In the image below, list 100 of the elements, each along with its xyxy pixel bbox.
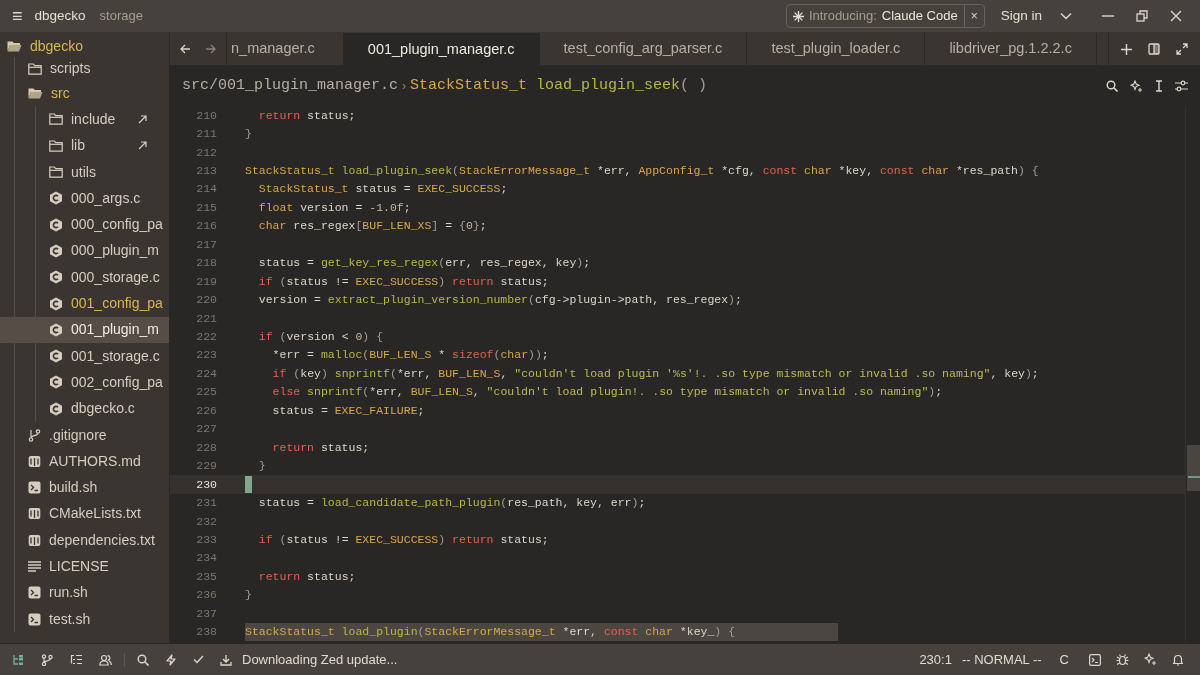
check-icon[interactable]	[193, 655, 204, 664]
book-icon	[28, 507, 41, 521]
file-name: AUTHORS.md	[49, 451, 141, 471]
tab[interactable]: test_plugin_loader.c	[747, 33, 926, 65]
tree-item[interactable]: utils	[0, 158, 169, 186]
text-lines-icon	[28, 561, 41, 572]
code-line: if (status != EXEC_SUCCESS) return status;	[257, 532, 549, 548]
tree-item[interactable]: CMakeLists.txt	[0, 500, 169, 528]
outline-icon[interactable]	[70, 654, 82, 665]
tree-item[interactable]: include	[0, 106, 169, 133]
c-file-icon	[49, 270, 63, 285]
line-number: 229	[195, 458, 217, 475]
file-name: lib	[71, 136, 85, 156]
tree-item[interactable]: .gitignore	[0, 421, 169, 449]
code-line: }	[257, 458, 266, 475]
tree-item[interactable]: build.sh	[0, 474, 169, 501]
line-number: 213	[195, 162, 217, 179]
sliders-icon[interactable]	[1175, 80, 1188, 92]
tree-item[interactable]: run.sh	[0, 579, 169, 606]
forward-arrow-icon[interactable]	[205, 44, 216, 54]
tree-item[interactable]: 001_storage.c	[0, 342, 169, 370]
search-icon[interactable]	[1106, 80, 1118, 92]
c-file-icon	[49, 243, 63, 258]
line-number: 217	[195, 236, 217, 253]
tree-item[interactable]: LICENSE	[0, 553, 169, 580]
announcement-button[interactable]: Introducing: Claude Code	[786, 5, 964, 27]
tab[interactable]: libdriver_pg.1.2.2.c	[925, 33, 1097, 65]
sparkle-icon[interactable]	[1130, 79, 1143, 93]
bell-icon[interactable]	[1172, 653, 1184, 666]
file-name: test.sh	[49, 609, 91, 629]
search-icon[interactable]	[137, 653, 149, 666]
tree-item[interactable]: lib	[0, 132, 169, 159]
tree-item[interactable]: 000_args.c	[0, 185, 169, 212]
language-selector[interactable]: C	[1059, 649, 1069, 670]
tree-item[interactable]: AUTHORS.md	[0, 448, 169, 475]
tree-item[interactable]: 001_config_pa	[0, 290, 169, 317]
tree-item[interactable]: 000_plugin_m	[0, 237, 169, 265]
cursor-position[interactable]: 230:1	[919, 649, 952, 670]
close-button[interactable]: ×	[963, 5, 984, 27]
branch-name[interactable]: storage	[99, 6, 143, 26]
code-line: }	[245, 126, 252, 143]
file-name: dbgecko.c	[71, 399, 135, 419]
people-icon[interactable]	[99, 653, 112, 666]
line-number: 219	[195, 273, 217, 290]
code-line: return status;	[257, 107, 356, 124]
file-name: 000_plugin_m	[71, 241, 159, 261]
back-arrow-icon[interactable]	[180, 44, 191, 54]
c-file-icon	[49, 217, 63, 232]
line-number: 235	[195, 568, 217, 585]
file-name: scripts	[50, 59, 91, 78]
code-line: StackStatus_t load_plugin_seek(StackErrorMessage_t *err, AppConfig_t *cfg, const char *key, const char *res_path) {	[245, 162, 1039, 179]
split-pane-icon[interactable]	[1148, 43, 1160, 55]
line-number: 232	[195, 513, 217, 530]
tree-item[interactable]: scripts	[0, 57, 169, 80]
lightning-icon[interactable]	[165, 653, 177, 666]
line-number: 224	[195, 365, 217, 382]
tree-item[interactable]: 001_plugin_m	[0, 316, 169, 343]
project-name[interactable]: dbgecko	[34, 5, 86, 27]
close-icon[interactable]	[1170, 10, 1182, 22]
git-branch-icon[interactable]	[41, 653, 53, 666]
tree-item[interactable]: 002_config_pa	[0, 369, 169, 396]
text-cursor-icon[interactable]	[1155, 80, 1163, 92]
sparkle-icon	[792, 10, 804, 22]
sparkle-icon[interactable]	[1144, 653, 1157, 666]
git-branch-icon	[28, 428, 41, 442]
tree-item[interactable]: src	[0, 80, 169, 107]
tree-item[interactable]: 000_storage.c	[0, 264, 169, 291]
maximize-icon[interactable]	[1176, 43, 1188, 55]
bug-icon[interactable]	[1116, 653, 1129, 666]
menu-icon[interactable]: ≡	[12, 7, 23, 25]
chevron-down-icon[interactable]	[1060, 12, 1072, 20]
tree-item[interactable]: 000_config_pa	[0, 211, 169, 238]
tree-item[interactable]: dbgecko.c	[0, 395, 169, 422]
restore-icon[interactable]	[1136, 10, 1148, 22]
file-name: LICENSE	[49, 557, 109, 576]
status-message: Downloading Zed update...	[242, 650, 398, 669]
file-path-link[interactable]: src/001_plugin_manager.c	[182, 74, 399, 98]
terminal-icon[interactable]	[1089, 653, 1101, 666]
line-number: 215	[195, 199, 217, 216]
line-number: 230	[195, 476, 217, 493]
file-tree-icon[interactable]	[12, 653, 24, 666]
tab[interactable]: test_config_arg_parser.c	[539, 33, 748, 65]
symbol-breadcrumb[interactable]: StackStatus_t load_plugin_seek( )	[410, 74, 708, 98]
terminal-icon	[28, 612, 41, 626]
tab[interactable]: n_manager.c	[227, 33, 344, 65]
sign-in-button[interactable]: Sign in	[994, 5, 1048, 27]
file-name: 001_storage.c	[71, 346, 160, 366]
line-number: 218	[195, 255, 217, 272]
tree-item[interactable]: dbgecko	[0, 35, 169, 57]
c-file-icon	[49, 296, 63, 311]
tree-item[interactable]: test.sh	[0, 605, 169, 633]
vim-mode: -- NORMAL --	[961, 650, 1042, 669]
tree-item[interactable]: dependencies.txt	[0, 527, 169, 554]
file-name: 002_config_pa	[71, 372, 163, 392]
download-icon[interactable]	[220, 653, 232, 666]
tab[interactable]: 001_plugin_manager.c	[343, 33, 540, 65]
scrollbar-thumb[interactable]	[1187, 445, 1200, 491]
plus-icon[interactable]	[1121, 43, 1132, 55]
file-name: dbgecko	[30, 36, 83, 56]
file-name: 000_args.c	[71, 188, 141, 208]
